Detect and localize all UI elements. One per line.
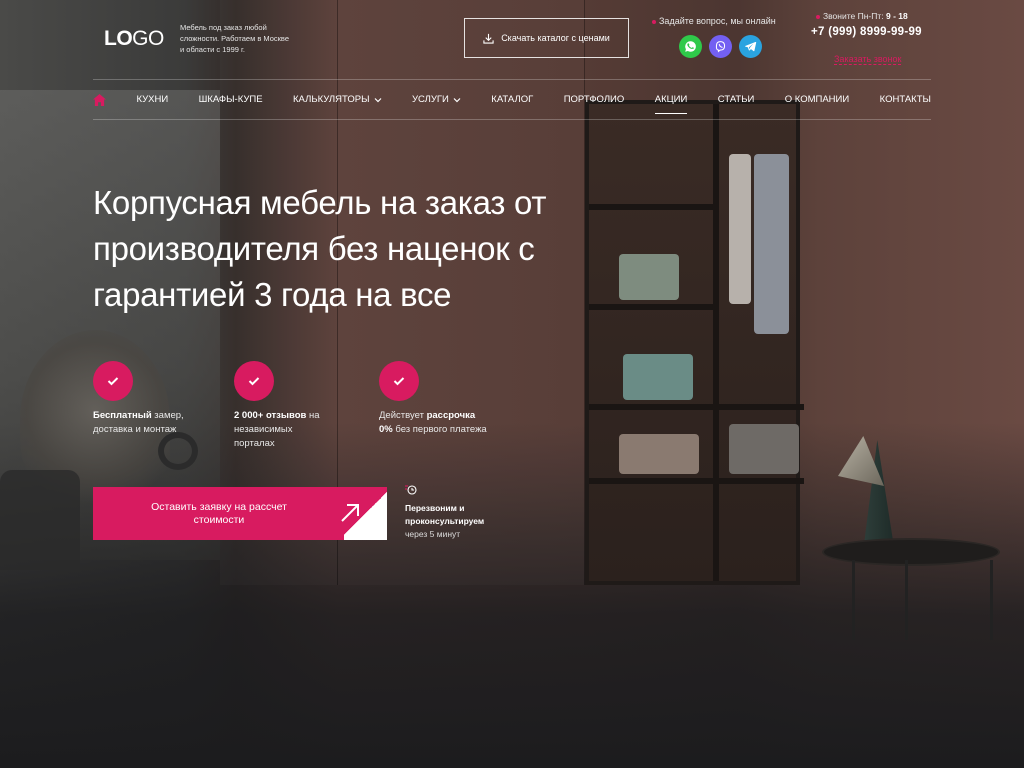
feature-reviews: 2 000+ отзывов на независимых порталах [234, 361, 344, 451]
whatsapp-icon[interactable] [679, 35, 702, 58]
wardrobe-shelf [589, 404, 804, 410]
download-catalog-label: Скачать каталог с ценами [501, 33, 610, 43]
coffee-table-image [822, 538, 1000, 566]
nav-item-label: УСЛУГИ [412, 94, 449, 105]
nav-item-label: ШКАФЫ-КУПЕ [198, 94, 263, 105]
logo-regular-text: GO [132, 27, 164, 50]
headline-line: производителя без наценок с [93, 230, 535, 267]
nav-item-catalog[interactable]: КАТАЛОГ [491, 94, 533, 105]
wardrobe-shelf [589, 478, 804, 484]
feature-text: без первого платежа [392, 424, 487, 435]
phone-number[interactable]: +7 (999) 8999-99-99 [811, 25, 931, 39]
feature-bold: рассрочка [426, 410, 476, 421]
feature-text: на [306, 410, 320, 421]
feature-installments: Действует рассрочка 0% без первого плате… [379, 361, 519, 437]
folded-clothes [623, 354, 693, 400]
feature-text: доставка и монтаж [93, 424, 177, 435]
nav-item-portfolio[interactable]: ПОРТФОЛИО [564, 94, 625, 105]
cta-line: стоимости [193, 513, 245, 526]
nav-item-label: КАЛЬКУЛЯТОРЫ [293, 94, 370, 105]
callback-text: через 5 минут [405, 529, 461, 539]
nav-item-label: ПОРТФОЛИО [563, 94, 625, 105]
download-catalog-button[interactable]: Скачать каталог с ценами [464, 18, 629, 58]
nav-item-about[interactable]: О КОМПАНИИ [785, 94, 849, 105]
hanging-coat [729, 154, 751, 304]
ask-question: Задайте вопрос, мы онлайн [652, 16, 776, 26]
wardrobe-divider [713, 104, 719, 581]
hanging-coat [754, 154, 789, 334]
main-nav: КУХНИ ШКАФЫ-КУПЕ КАЛЬКУЛЯТОРЫ УСЛУГИ КАТ… [93, 79, 931, 120]
arrow-up-right-icon [341, 504, 359, 522]
accent-dot-icon [652, 19, 656, 24]
viber-icon[interactable] [709, 35, 732, 58]
ask-question-label: Задайте вопрос, мы онлайн [659, 16, 776, 26]
feature-text: независимых [234, 424, 293, 435]
feature-bold: 2 000+ отзывов [234, 410, 307, 421]
nav-item-label: КОНТАКТЫ [879, 94, 931, 105]
download-icon [483, 33, 494, 44]
tagline: Мебель под заказ любой сложности. Работа… [180, 23, 290, 54]
home-icon[interactable] [93, 93, 106, 106]
headline-line: Корпусная мебель на заказ от [93, 184, 547, 221]
feature-bold: Бесплатный [93, 410, 152, 421]
feature-free-measure: Бесплатный замер, доставка и монтаж [93, 361, 213, 437]
nav-item-label: АКЦИИ [654, 94, 688, 105]
call-hours-label: Звоните Пн-Пт: [823, 11, 884, 21]
nav-item-label: СТАТЬИ [717, 94, 755, 105]
table-leg [905, 560, 908, 640]
logo[interactable]: LOGO [104, 27, 164, 51]
accent-dot-icon [816, 14, 820, 19]
nav-item-articles[interactable]: СТАТЬИ [718, 94, 755, 105]
folded-clothes [729, 424, 799, 474]
hero-headline: Корпусная мебель на заказ от производите… [93, 180, 653, 318]
callback-note: Перезвоним и проконсультируем через 5 ми… [405, 502, 515, 541]
chair-image [0, 470, 80, 570]
nav-item-calculators[interactable]: КАЛЬКУЛЯТОРЫ [293, 94, 382, 105]
request-estimate-button[interactable]: Оставить заявку на рассчет стоимости [93, 487, 387, 540]
nav-item-wardrobes[interactable]: ШКАФЫ-КУПЕ [199, 94, 263, 105]
call-hours-value: 9 - 18 [885, 11, 908, 21]
vase-image [158, 432, 198, 470]
order-call-link[interactable]: Заказать звонок [834, 54, 902, 65]
logo-bold-text: LO [104, 27, 133, 50]
nav-item-services[interactable]: УСЛУГИ [412, 94, 461, 105]
wardrobe-image [585, 100, 804, 585]
nav-item-label: О КОМПАНИИ [784, 94, 850, 105]
chevron-down-icon [374, 97, 381, 102]
nav-item-label: КАТАЛОГ [491, 94, 534, 105]
chevron-down-icon [453, 97, 461, 102]
callback-icon [405, 485, 417, 495]
feature-text: замер, [151, 410, 184, 421]
check-icon [379, 361, 419, 401]
check-icon [93, 361, 133, 401]
check-icon [234, 361, 274, 401]
table-leg [852, 560, 855, 640]
cta-line: Оставить заявку на рассчет [151, 500, 287, 513]
request-estimate-label: Оставить заявку на рассчет стоимости [93, 501, 345, 527]
nav-item-contacts[interactable]: КОНТАКТЫ [880, 94, 931, 105]
feature-text: Действует [379, 410, 427, 421]
nav-item-promotions[interactable]: АКЦИИ [654, 94, 688, 114]
headline-line: гарантией 3 года на все [93, 276, 452, 313]
telegram-icon[interactable] [739, 35, 762, 58]
feature-text: порталах [234, 438, 275, 449]
folded-clothes [619, 434, 699, 474]
nav-item-kitchens[interactable]: КУХНИ [136, 94, 168, 105]
nav-item-label: КУХНИ [136, 94, 169, 105]
call-hours: Звоните Пн-Пт: 9 - 18 [816, 11, 908, 21]
feature-bold: 0% [379, 424, 393, 435]
table-leg [990, 560, 993, 640]
callback-bold: Перезвоним и [405, 503, 465, 513]
callback-bold: проконсультируем [405, 516, 485, 526]
messenger-links [679, 35, 762, 58]
